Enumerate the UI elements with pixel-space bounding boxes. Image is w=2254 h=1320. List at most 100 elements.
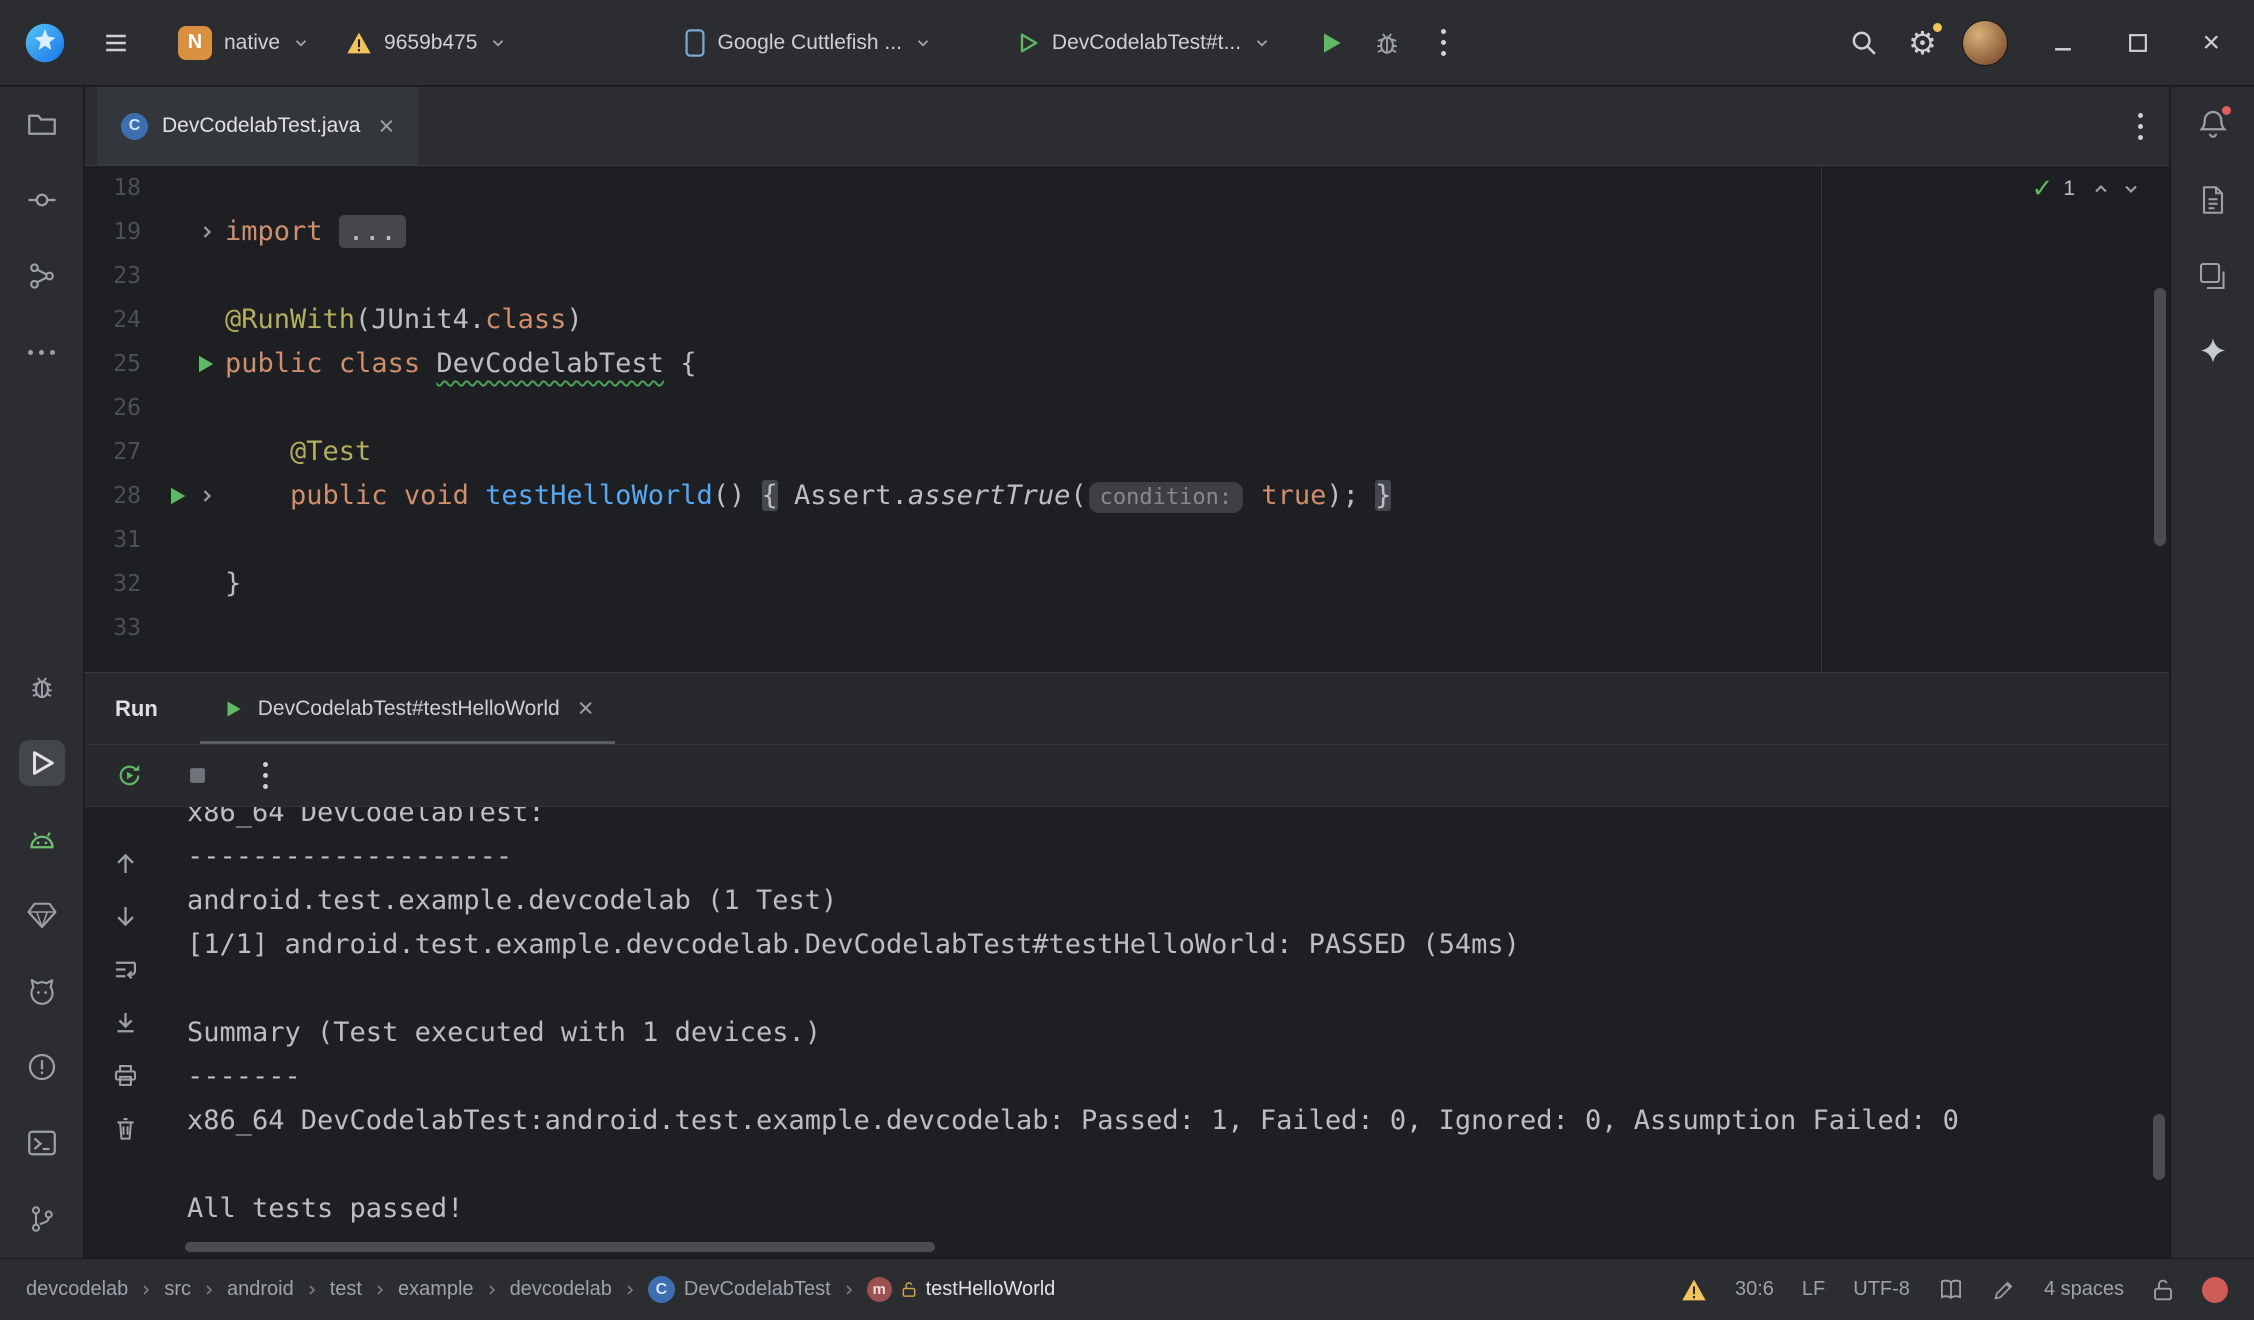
version-control-branch-icon[interactable] [19,1196,65,1242]
inspections-widget[interactable]: ✓ 1 [2032,174,2141,204]
code-editor[interactable]: 1819import ...2324@RunWith(JUnit4.class)… [85,166,2169,672]
main-menu-hamburger[interactable] [92,19,140,67]
debug-tool-icon[interactable] [19,664,65,710]
breadcrumb-separator-icon [484,1282,500,1298]
project-badge: N [178,26,212,60]
clear-console-trash-icon[interactable] [105,1108,145,1148]
layers-icon[interactable] [2190,253,2236,299]
run-tool-icon[interactable] [19,740,65,786]
breadcrumb-item[interactable]: devcodelab [26,1278,128,1301]
device-explorer-icon[interactable] [2190,177,2236,223]
tab-options-kebab[interactable] [2138,87,2143,165]
run-button[interactable] [1307,19,1355,67]
project-tool-icon[interactable] [19,101,65,147]
run-test-gutter-icon[interactable] [193,352,217,376]
logcat-cat-icon[interactable] [19,968,65,1014]
user-avatar[interactable] [1962,20,2008,66]
code-line[interactable]: 26 [85,386,2169,430]
print-icon[interactable] [105,1055,145,1095]
problems-tool-icon[interactable] [19,1044,65,1090]
stop-button[interactable] [177,756,217,796]
run-panel-body: x86_64 DevCodelabTest:------------------… [85,807,2169,1258]
highlighting-pen-icon[interactable] [1992,1278,2016,1302]
tab-close-icon[interactable]: × [378,113,394,140]
gemini-spark-icon[interactable] [2190,329,2236,375]
file-unlock-icon[interactable] [2152,1278,2174,1302]
next-occurrence-icon[interactable] [105,896,145,936]
indent-setting[interactable]: 4 spaces [2044,1278,2124,1301]
line-number: 19 [85,210,141,254]
play-icon [222,698,244,720]
code-lines: 1819import ...2324@RunWith(JUnit4.class)… [85,166,2169,650]
commit-tool-icon[interactable] [19,177,65,223]
fold-gutter-icon[interactable] [197,222,217,242]
window-maximize-button[interactable] [2128,33,2148,53]
code-line[interactable]: 27 @Test [85,430,2169,474]
run-test-gutter-icon[interactable] [165,484,189,508]
line-gutter: 23 [85,254,225,298]
prev-highlight-chevron[interactable] [2091,179,2111,199]
breadcrumb-item[interactable]: src [164,1278,191,1301]
editor-tab-label: DevCodelabTest.java [162,114,360,138]
vcs-widget[interactable]: 9659b475 [332,16,521,70]
pull-requests-tool-icon[interactable] [19,253,65,299]
code-line[interactable]: 19import ... [85,210,2169,254]
code-line[interactable]: 33 [85,606,2169,650]
console-output[interactable]: x86_64 DevCodelabTest:------------------… [165,807,2169,1258]
notifications-bell-icon[interactable] [2190,101,2236,147]
console-hscrollbar-thumb[interactable] [185,1242,935,1252]
window-close-button[interactable]: × [2202,26,2220,60]
error-indicator-badge[interactable] [2202,1277,2228,1303]
editor-scrollbar-thumb[interactable] [2154,288,2166,546]
right-tool-window-rail [2170,87,2254,1258]
line-separator[interactable]: LF [1802,1278,1825,1301]
fold-gutter-icon[interactable] [197,486,217,506]
editor-tab-devcodelabtest[interactable]: C DevCodelabTest.java × [97,87,418,165]
rerun-button[interactable] [109,756,149,796]
line-number: 26 [85,386,141,430]
running-devices-android-icon[interactable] [19,816,65,862]
breadcrumb-item[interactable]: android [227,1278,294,1301]
breadcrumb-item[interactable]: devcodelab [510,1278,612,1301]
caret-position[interactable]: 30:6 [1735,1278,1774,1301]
run-panel-tab[interactable]: DevCodelabTest#testHelloWorld × [200,673,616,744]
reader-mode-icon[interactable] [1938,1278,1964,1302]
code-line[interactable]: 31 [85,518,2169,562]
console-line [187,967,2169,1011]
breadcrumb-item[interactable]: mtestHelloWorld [867,1277,1056,1302]
soft-wrap-icon[interactable] [105,949,145,989]
debug-button[interactable] [1363,19,1411,67]
code-line[interactable]: 28 public void testHelloWorld() { Assert… [85,474,2169,518]
file-encoding[interactable]: UTF-8 [1853,1278,1910,1301]
console-more-kebab[interactable] [245,756,285,796]
code-line[interactable]: 25public class DevCodelabTest { [85,342,2169,386]
terminal-tool-icon[interactable] [19,1120,65,1166]
settings-gear-icon[interactable]: ⚙ [1898,19,1946,67]
window-minimize-button[interactable] [2052,32,2074,54]
search-everywhere-icon[interactable] [1840,19,1888,67]
prev-occurrence-icon[interactable] [105,843,145,883]
breadcrumb-item[interactable]: CDevCodelabTest [648,1276,831,1303]
breadcrumb-item[interactable]: example [398,1278,474,1301]
breadcrumb-separator-icon [372,1282,388,1298]
line-gutter: 32 [85,562,225,606]
console-scrollbar-thumb[interactable] [2153,1114,2165,1180]
code-line[interactable]: 32} [85,562,2169,606]
run-tab-close-icon[interactable]: × [578,695,594,722]
code-line[interactable]: 23 [85,254,2169,298]
next-highlight-chevron[interactable] [2121,179,2141,199]
more-tool-windows-icon[interactable] [19,329,65,375]
run-panel-toolbar [85,745,2169,807]
code-line[interactable]: 24@RunWith(JUnit4.class) [85,298,2169,342]
code-line[interactable]: 18 [85,166,2169,210]
line-gutter: 26 [85,386,225,430]
run-configuration-selector[interactable]: DevCodelabTest#t... [1002,16,1285,70]
scroll-to-end-icon[interactable] [105,1002,145,1042]
breadcrumb-item[interactable]: test [330,1278,362,1301]
more-actions-kebab[interactable] [1419,19,1467,67]
run-panel-title: Run [115,696,158,722]
device-selector[interactable]: Google Cuttlefish ... [671,16,945,70]
status-warning-icon[interactable] [1681,1278,1707,1302]
project-widget[interactable]: N native [164,16,324,70]
profiler-gem-icon[interactable] [19,892,65,938]
